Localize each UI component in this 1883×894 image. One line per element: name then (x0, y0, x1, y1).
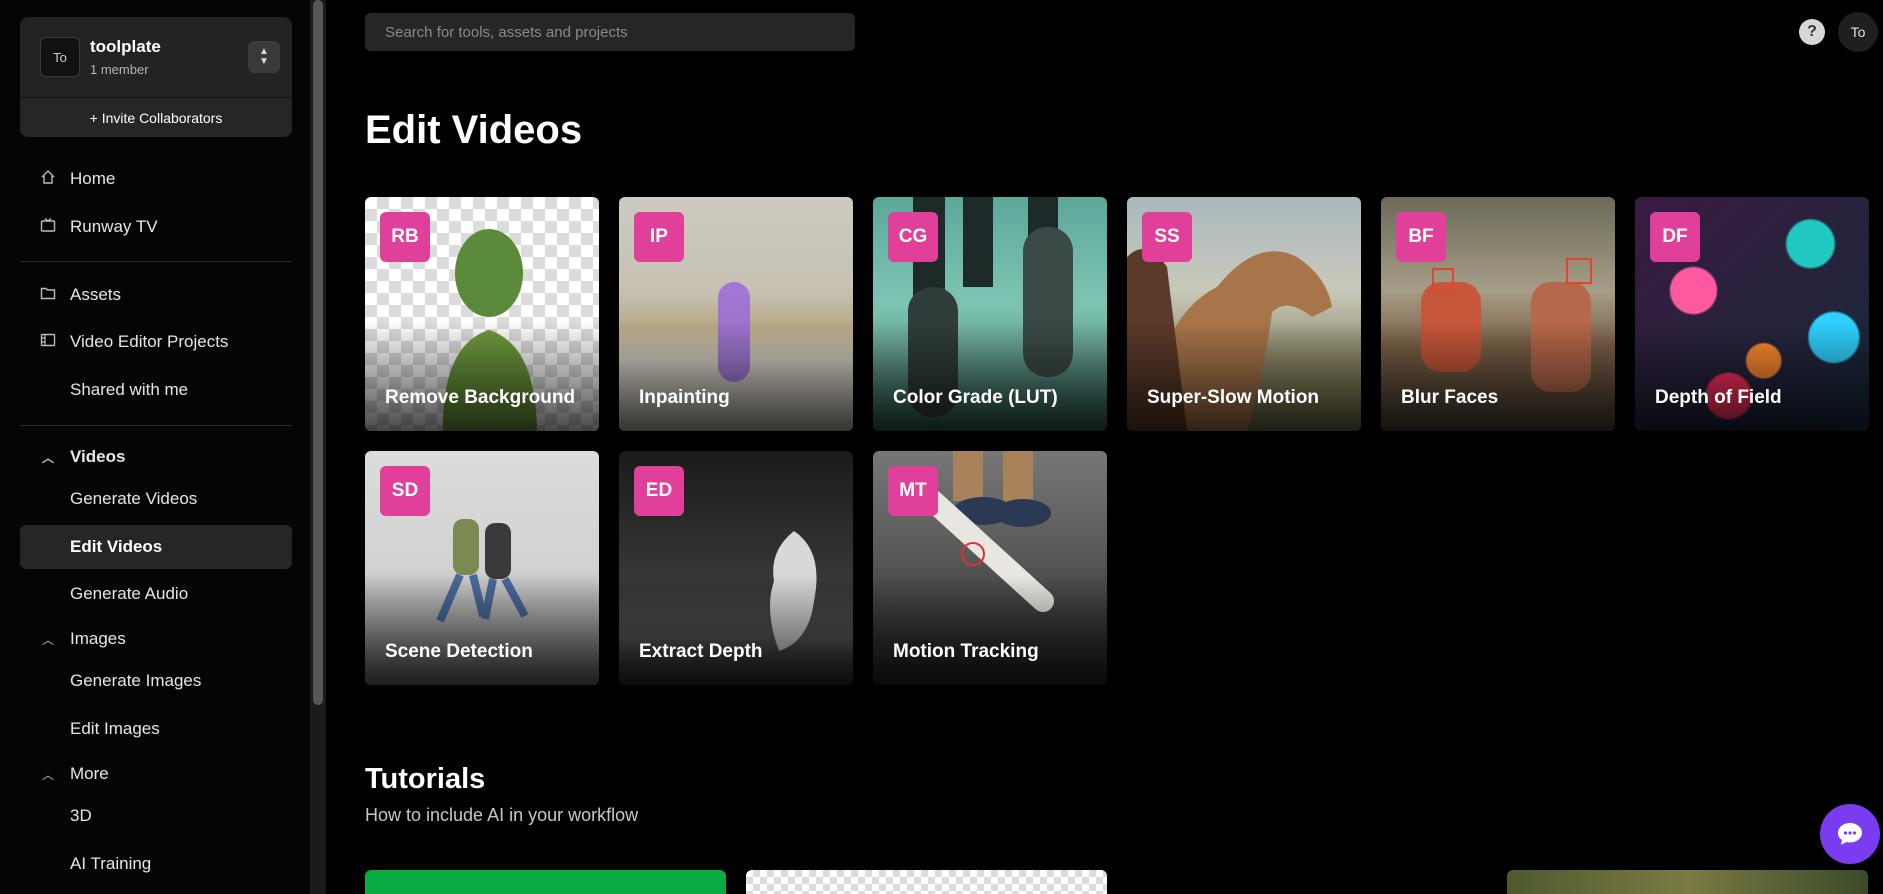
folder-icon (38, 285, 58, 305)
team-avatar: To (40, 37, 80, 77)
user-avatar-button[interactable]: To (1838, 12, 1878, 52)
home-icon (38, 169, 58, 189)
sidebar-divider (20, 261, 292, 262)
nav-home-label: Home (70, 169, 116, 188)
tool-badge: DF (1650, 212, 1700, 262)
tool-badge: SS (1142, 212, 1192, 262)
nav-section-videos[interactable]: ︿ Videos (20, 435, 292, 479)
nav-home[interactable]: Home (20, 157, 292, 201)
nav-section-videos-label: Videos (70, 447, 126, 466)
sidebar-divider (20, 425, 292, 426)
tool-card-depth-of-field[interactable]: DF Depth of Field (1635, 197, 1869, 431)
sidebar-scrollbar-thumb[interactable] (313, 0, 323, 705)
film-icon (38, 332, 58, 352)
tutorials-title: Tutorials (365, 763, 486, 795)
search-input[interactable] (365, 13, 855, 51)
card-shade (1635, 321, 1869, 431)
nav-generate-images[interactable]: Generate Images (20, 659, 292, 703)
nav-generate-videos-label: Generate Videos (70, 489, 198, 508)
nav-section-images-label: Images (70, 629, 126, 648)
tool-badge: IP (634, 212, 684, 262)
nav-video-editor-projects-label: Video Editor Projects (70, 332, 229, 351)
card-shade (365, 575, 599, 685)
tool-label: Scene Detection (385, 641, 533, 662)
chevron-up-icon: ︿ (41, 632, 54, 647)
tool-badge: CG (888, 212, 938, 262)
tool-badge: MT (888, 466, 938, 516)
sidebar: To toolplate 1 member ▲ ▼ + Invite Colla… (0, 0, 310, 894)
tutorials-subtitle: How to include AI in your workflow (365, 805, 639, 825)
card-shade (365, 321, 599, 431)
tool-label: Inpainting (639, 387, 730, 408)
card-shade (1127, 321, 1361, 431)
nav-shared-with-me[interactable]: Shared with me (20, 368, 292, 412)
tool-badge: RB (380, 212, 430, 262)
nav-3d-label: 3D (70, 806, 92, 825)
card-shade (619, 321, 853, 431)
tool-label: Color Grade (LUT) (893, 387, 1058, 408)
nav-runway-tv[interactable]: Runway TV (20, 205, 292, 249)
team-info[interactable]: To toolplate 1 member ▲ ▼ (20, 17, 292, 97)
nav-assets-label: Assets (70, 285, 122, 304)
tool-card-super-slow-motion[interactable]: SS Super-Slow Motion (1127, 197, 1361, 431)
nav-runway-tv-label: Runway TV (70, 217, 158, 236)
nav-edit-images-label: Edit Images (70, 719, 160, 738)
sidebar-scrollbar[interactable] (310, 0, 326, 894)
nav-3d[interactable]: 3D (20, 794, 292, 838)
team-member-count: 1 member (90, 62, 149, 77)
nav-ai-training[interactable]: AI Training (20, 842, 292, 886)
nav-generate-audio-label: Generate Audio (70, 584, 189, 603)
tool-badge: SD (380, 466, 430, 516)
card-shade (619, 575, 853, 685)
tool-label: Remove Background (385, 387, 576, 408)
invite-collaborators-button[interactable]: + Invite Collaborators (20, 97, 292, 137)
help-button[interactable]: ? (1799, 19, 1825, 45)
tool-card-remove-background[interactable]: RB Remove Background (365, 197, 599, 431)
nav-edit-images[interactable]: Edit Images (20, 707, 292, 751)
nav-section-images[interactable]: ︿ Images (20, 617, 292, 661)
tool-label: Depth of Field (1655, 387, 1782, 408)
page-title: Edit Videos (365, 108, 583, 152)
nav-shared-with-me-label: Shared with me (70, 380, 189, 399)
caret-down-icon: ▼ (259, 56, 269, 67)
nav-generate-images-label: Generate Images (70, 671, 202, 690)
nav-section-more[interactable]: ︿ More (20, 752, 292, 796)
tool-card-inpainting[interactable]: IP Inpainting (619, 197, 853, 431)
chevron-up-icon: ︿ (41, 767, 54, 782)
team-switcher: To toolplate 1 member ▲ ▼ + Invite Colla… (20, 17, 292, 137)
tool-card-blur-faces[interactable]: BF Blur Faces (1381, 197, 1615, 431)
nav-video-editor-projects[interactable]: Video Editor Projects (20, 320, 292, 364)
tool-card-motion-tracking[interactable]: MT Motion Tracking (873, 451, 1107, 685)
chevron-up-icon: ︿ (41, 450, 54, 465)
nav-generate-videos[interactable]: Generate Videos (20, 477, 292, 521)
tool-label: Blur Faces (1401, 387, 1499, 408)
tool-badge: BF (1396, 212, 1446, 262)
nav-edit-videos-label: Edit Videos (70, 537, 163, 556)
nav-edit-videos[interactable]: Edit Videos (20, 525, 292, 569)
tool-label: Motion Tracking (893, 641, 1039, 662)
tutorial-card[interactable] (1507, 870, 1868, 894)
chat-icon (1838, 823, 1862, 845)
tool-card-extract-depth[interactable]: ED Extract Depth (619, 451, 853, 685)
tool-card-color-grade[interactable]: CG Color Grade (LUT) (873, 197, 1107, 431)
nav-section-more-label: More (70, 764, 109, 783)
tool-badge: ED (634, 466, 684, 516)
tool-label: Extract Depth (639, 641, 763, 662)
card-shade (873, 321, 1107, 431)
team-switch-button[interactable]: ▲ ▼ (248, 41, 280, 73)
card-shade (1381, 321, 1615, 431)
tutorial-card[interactable] (365, 870, 726, 894)
card-shade (873, 575, 1107, 685)
tool-label: Super-Slow Motion (1147, 387, 1320, 408)
nav-generate-audio[interactable]: Generate Audio (20, 572, 292, 616)
tool-card-scene-detection[interactable]: SD Scene Detection (365, 451, 599, 685)
team-name: toolplate (90, 37, 161, 56)
chat-support-button[interactable] (1820, 804, 1880, 864)
nav-ai-training-label: AI Training (70, 854, 152, 873)
tv-icon (38, 217, 58, 237)
nav-assets[interactable]: Assets (20, 273, 292, 317)
tutorial-card[interactable] (746, 870, 1107, 894)
